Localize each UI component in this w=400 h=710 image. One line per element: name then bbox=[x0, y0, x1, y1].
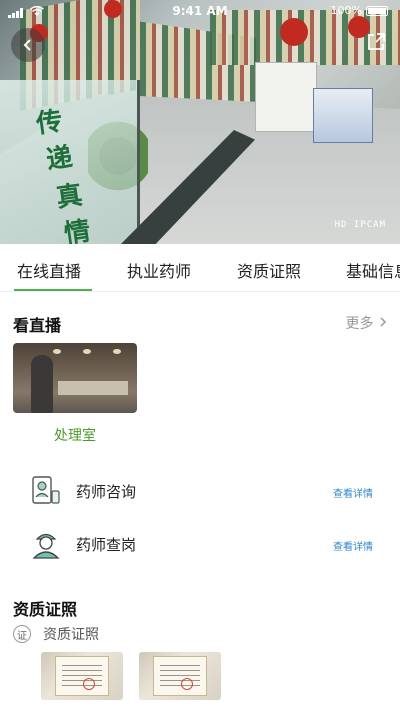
certificate-badge-icon: 证 bbox=[13, 625, 31, 643]
live-video-player[interactable]: 传 递 真 情 HD IPCAM bbox=[0, 0, 400, 244]
camera-tag: HD IPCAM bbox=[334, 220, 386, 230]
status-bar: 9:41 AM 100% bbox=[0, 0, 400, 24]
tab-live[interactable]: 在线直播 bbox=[17, 258, 81, 282]
more-link[interactable]: 更多 bbox=[346, 313, 388, 333]
live-camera-thumbnail[interactable] bbox=[13, 343, 137, 413]
tab-underline bbox=[14, 289, 92, 291]
certificates-subtitle: 资质证照 bbox=[43, 627, 99, 643]
page: 传 递 真 情 HD IPCAM 9:41 AM 100% 在线直播 执业药师 … bbox=[0, 0, 400, 710]
glass-text-char: 情 bbox=[62, 216, 93, 244]
view-details-link[interactable]: 查看详情 bbox=[333, 538, 373, 553]
service-row-check[interactable]: 药师查岗 查看详情 bbox=[0, 522, 400, 566]
more-label: 更多 bbox=[345, 316, 374, 332]
live-camera-caption[interactable]: 处理室 bbox=[13, 425, 137, 445]
live-section-title: 看直播 bbox=[13, 316, 62, 335]
service-label: 药师查岗 bbox=[76, 536, 137, 554]
glass-text-char: 真 bbox=[54, 180, 85, 214]
service-label: 药师咨询 bbox=[76, 483, 137, 501]
view-details-link[interactable]: 查看详情 bbox=[333, 485, 373, 500]
tab-pharmacist[interactable]: 执业药师 bbox=[127, 258, 191, 282]
tab-certificates[interactable]: 资质证照 bbox=[237, 258, 301, 282]
chevron-right-icon bbox=[380, 317, 387, 327]
back-button[interactable] bbox=[11, 28, 45, 62]
battery-indicator: 100% bbox=[331, 4, 388, 17]
pharmacist-check-icon bbox=[30, 528, 62, 560]
battery-icon bbox=[366, 5, 388, 16]
tab-basic-info[interactable]: 基础信息 bbox=[346, 258, 400, 282]
certificate-thumbnail[interactable] bbox=[139, 652, 221, 700]
certificates-section-title: 资质证照 bbox=[13, 600, 78, 619]
certificates-subheader: 证 资质证照 bbox=[13, 624, 99, 644]
chevron-left-icon bbox=[23, 39, 31, 51]
glass-text-char: 递 bbox=[44, 142, 75, 176]
fullscreen-button[interactable] bbox=[366, 32, 388, 54]
certificate-thumbnail[interactable] bbox=[41, 652, 123, 700]
glass-text-char: 传 bbox=[34, 106, 65, 140]
expand-icon bbox=[368, 33, 385, 50]
tab-bar: 在线直播 执业药师 资质证照 基础信息 bbox=[0, 244, 400, 292]
pharmacist-consult-icon bbox=[30, 475, 62, 507]
battery-percent: 100% bbox=[330, 4, 362, 17]
service-row-consult[interactable]: 药师咨询 查看详情 bbox=[0, 469, 400, 513]
